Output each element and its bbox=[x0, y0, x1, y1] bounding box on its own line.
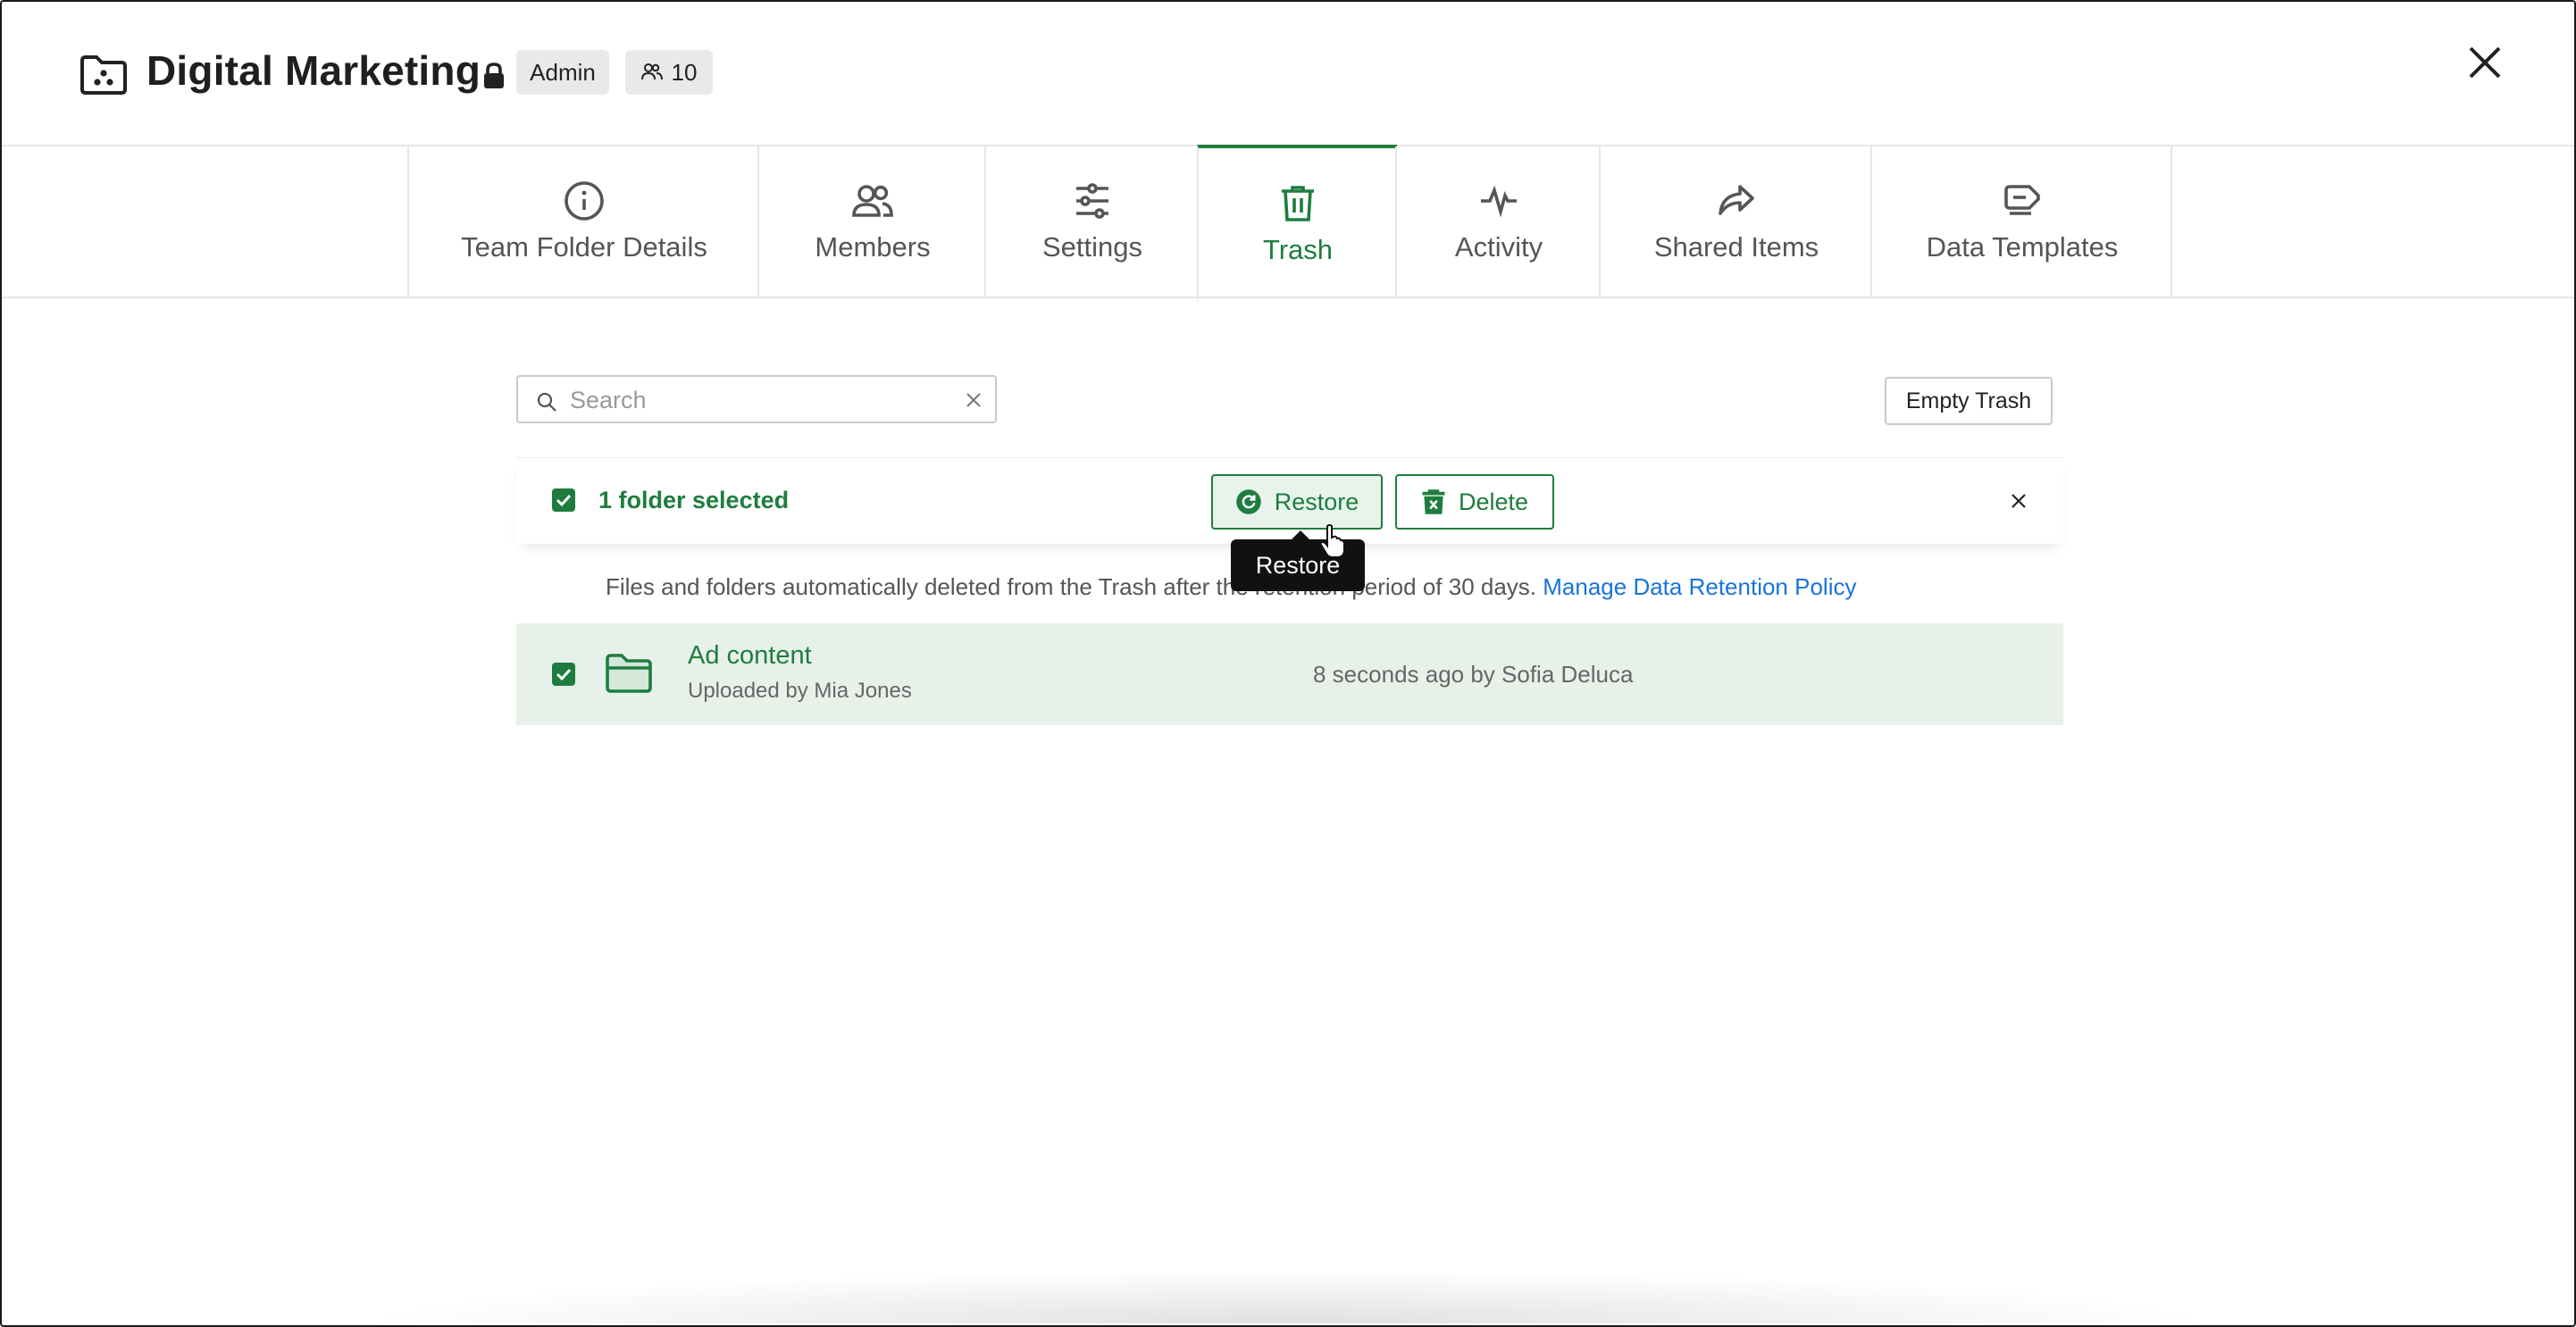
item-uploader: Uploaded by Mia Jones bbox=[688, 679, 912, 703]
checkmark-icon bbox=[556, 494, 572, 507]
member-count: 10 bbox=[671, 58, 698, 86]
folder-icon bbox=[606, 654, 652, 693]
sliders-icon bbox=[1076, 183, 1108, 219]
row-checkbox[interactable] bbox=[552, 663, 575, 686]
lock-icon bbox=[484, 63, 504, 88]
tab-label: Activity bbox=[1454, 231, 1543, 263]
table-row[interactable]: Ad content Uploaded by Mia Jones 8 secon… bbox=[516, 623, 2063, 725]
tab-activity[interactable]: Activity bbox=[1395, 146, 1601, 296]
delete-button[interactable]: Delete bbox=[1395, 474, 1554, 530]
checkmark-icon bbox=[556, 668, 572, 681]
empty-trash-button[interactable]: Empty Trash bbox=[1885, 377, 2053, 425]
member-count-badge[interactable]: 10 bbox=[625, 50, 713, 95]
close-icon[interactable] bbox=[2467, 45, 2503, 80]
role-badge: Admin bbox=[516, 50, 609, 95]
delete-trash-icon bbox=[1422, 489, 1445, 514]
tab-team-folder-details[interactable]: Team Folder Details bbox=[407, 146, 759, 296]
team-folder-dialog: Digital Marketing Admin 10 Team Folder D… bbox=[0, 0, 2576, 1327]
restore-label: Restore bbox=[1274, 488, 1359, 515]
trash-icon bbox=[1282, 186, 1314, 221]
tab-bar: Team Folder Details Members Settings Tra… bbox=[2, 145, 2574, 300]
tab-label: Trash bbox=[1262, 234, 1334, 265]
tab-shared-items[interactable]: Shared Items bbox=[1599, 146, 1872, 296]
team-folder-icon bbox=[80, 55, 127, 95]
tab-label: Settings bbox=[1041, 231, 1142, 263]
tab-label: Data Templates bbox=[1926, 231, 2119, 263]
retention-notice-text: Files and folders automatically deleted … bbox=[606, 573, 1537, 600]
tab-trash[interactable]: Trash bbox=[1197, 145, 1397, 300]
dialog-header: Digital Marketing Admin 10 bbox=[2, 2, 2574, 145]
tab-settings[interactable]: Settings bbox=[984, 146, 1199, 296]
selection-bar: 1 folder selected Restore Delete bbox=[516, 457, 2063, 544]
manage-retention-policy-link[interactable]: Manage Data Retention Policy bbox=[1543, 573, 1856, 600]
tab-label: Shared Items bbox=[1653, 231, 1819, 263]
tab-members[interactable]: Members bbox=[757, 146, 986, 296]
tab-divider bbox=[2170, 146, 2172, 296]
activity-icon bbox=[1481, 185, 1517, 218]
selection-count: 1 folder selected bbox=[598, 487, 790, 513]
footer-shadow bbox=[359, 1270, 2217, 1323]
search-box bbox=[516, 375, 997, 423]
restore-button[interactable]: Restore bbox=[1211, 474, 1383, 530]
info-icon bbox=[565, 181, 604, 221]
tag-icon bbox=[2004, 185, 2040, 215]
delete-label: Delete bbox=[1458, 488, 1529, 515]
tab-label: Members bbox=[815, 231, 931, 263]
search-icon bbox=[537, 392, 556, 412]
item-name[interactable]: Ad content bbox=[688, 641, 812, 671]
members-icon bbox=[852, 185, 893, 217]
hand-cursor-icon bbox=[1319, 524, 1345, 558]
page-title: Digital Marketing bbox=[146, 47, 481, 94]
clear-search-icon[interactable] bbox=[965, 391, 983, 409]
tab-label: Team Folder Details bbox=[461, 231, 707, 263]
restore-icon bbox=[1235, 489, 1261, 514]
item-deleted-info: 8 seconds ago by Sofia Deluca bbox=[1313, 661, 1634, 688]
share-icon bbox=[1719, 185, 1754, 215]
select-all-checkbox[interactable] bbox=[552, 488, 575, 512]
tab-data-templates[interactable]: Data Templates bbox=[1870, 146, 2172, 296]
search-input[interactable] bbox=[568, 382, 929, 418]
members-icon bbox=[640, 63, 663, 80]
clear-selection-icon[interactable] bbox=[2010, 492, 2028, 510]
